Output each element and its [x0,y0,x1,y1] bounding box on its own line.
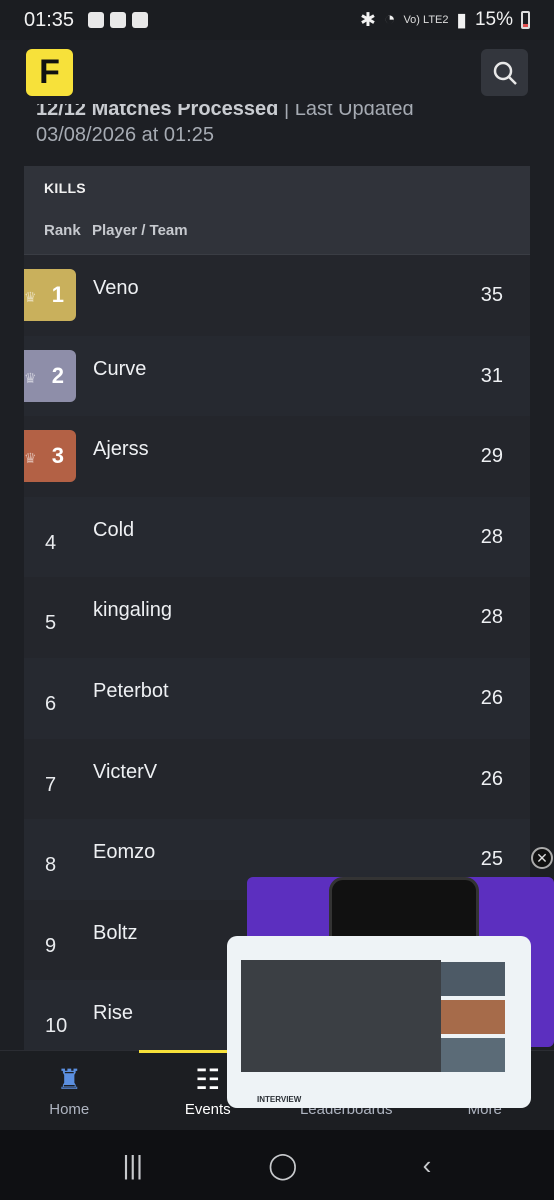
back-icon[interactable]: ‹ [423,1150,432,1181]
table-row[interactable]: 5 kingaling 28 [24,577,530,658]
pip-camera-1 [441,962,505,996]
recent-apps-icon[interactable]: ||| [123,1150,143,1181]
pip-main-feed [241,960,441,1072]
player-name: VicterV [93,760,158,783]
player-name: Eomzo [93,841,156,864]
kill-count: 26 [480,686,503,709]
rank-number: 6 [45,692,57,715]
rank-badge-bronze: ♛ 3 [24,430,76,483]
rank-number: 8 [45,854,57,877]
table-row[interactable]: 4 Cold 28 [24,496,530,578]
player-name: Veno [93,277,139,299]
player-name: Boltz [93,921,138,944]
kill-count: 28 [480,525,503,548]
kill-count: 28 [480,606,503,629]
close-icon[interactable]: ✕ [531,847,553,869]
player-name: Peterbot [93,679,169,702]
crown-icon: ♛ [24,450,37,467]
rank-number: 4 [45,531,57,554]
castle-icon: ♜ [56,1063,82,1095]
events-icon: ☷ [195,1063,221,1095]
leaderboard-title: KILLS [44,180,86,196]
nav-events-label: Events [184,1100,231,1118]
battery-icon [521,11,530,29]
status-bar: 01:35 ✱ ◔ Vo) LTE2 ▮ 15% [0,0,554,40]
battery-percent: 15% [474,9,513,30]
pip-camera-2 [441,1000,505,1034]
search-icon [493,61,517,85]
home-circle-icon[interactable]: ◯ [268,1150,297,1181]
youtube-icon [132,12,149,28]
rank-number: 9 [45,934,57,957]
meta-separator: | [283,104,290,120]
search-button[interactable] [481,49,528,96]
rank-column-header: Rank [44,222,81,239]
player-name: Ajerss [93,438,149,461]
table-row[interactable]: 6 Peterbot 26 [24,657,530,739]
kill-count: 25 [480,848,503,871]
last-updated-label: Last Updated [294,104,414,120]
rank-number: 10 [45,1015,68,1038]
processed-info: 12/12 Matches Processed | Last Updated 0… [36,104,414,148]
alert-icon [88,12,105,28]
player-name: Rise [93,1002,134,1025]
player-name: Curve [93,357,147,380]
last-updated-value: 03/08/2026 at 01:25 [36,124,214,146]
status-time: 01:35 [24,8,75,31]
rank-badge-silver: ♛ 2 [24,349,76,402]
pip-label: INTERVIEW [257,1095,302,1104]
table-row[interactable]: ♛ 3 Ajerss 29 [24,416,530,497]
wifi-icon: ◔ [383,9,396,30]
kill-count: 35 [480,284,503,306]
system-nav-bar: ||| ◯ ‹ [0,1130,554,1200]
player-column-header: Player / Team [92,222,188,239]
rank-number: 5 [45,612,57,635]
matches-processed: 12/12 Matches Processed [36,104,279,120]
leaderboard-header: KILLS Rank Player / Team [24,166,530,254]
notification-icons [88,12,149,28]
player-name: Cold [93,518,135,541]
bluetooth-icon: ✱ [360,9,376,31]
rank-badge-gold: ♛ 1 [24,269,76,321]
table-row[interactable]: 7 VicterV 26 [24,738,530,820]
network-label: Vo) LTE2 [403,13,449,26]
table-row[interactable]: ♛ 1 Veno 35 [24,255,530,336]
nav-home[interactable]: ♜ Home [0,1051,139,1131]
pip-camera-3 [441,1038,505,1072]
kill-count: 29 [480,445,503,468]
status-right: ✱ ◔ Vo) LTE2 ▮ 15% [360,9,530,32]
kill-count: 26 [480,767,503,790]
signal-icon: ▮ [456,9,467,31]
player-name: kingaling [93,599,172,622]
rank-number: 7 [45,773,57,796]
twitch-icon [110,12,127,28]
table-row[interactable]: ♛ 2 Curve 31 [24,335,530,417]
nav-home-label: Home [49,1100,90,1118]
crown-icon: ♛ [24,369,37,386]
fortnite-logo[interactable]: F [26,49,73,96]
column-headers: Rank Player / Team [44,222,510,239]
pip-video-window[interactable]: INTERVIEW [227,936,531,1108]
crown-icon: ♛ [24,289,37,305]
app-header: F [0,40,554,104]
kill-count: 31 [480,364,503,387]
